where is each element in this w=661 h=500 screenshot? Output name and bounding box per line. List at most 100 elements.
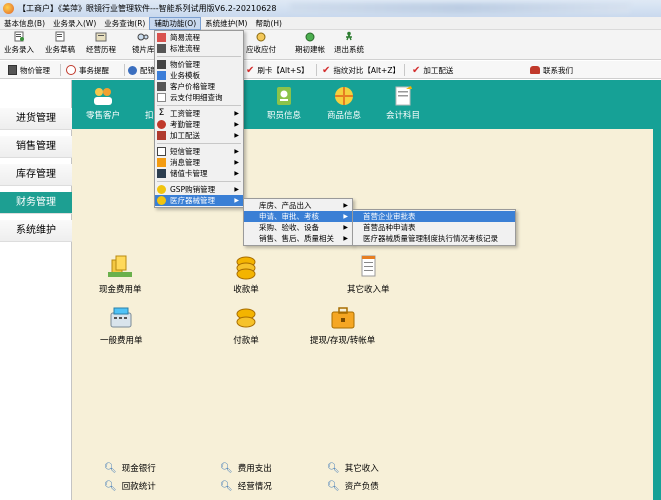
lens-stock-button[interactable]: 镜片库 [132,31,155,55]
draft-icon [55,31,65,42]
menu-item-simple-flow[interactable]: 简易流程 [155,32,243,43]
message-icon [157,158,166,167]
subsub-item-first-variety[interactable]: 首营品种申请表 [353,222,515,233]
contact-us-button[interactable]: 联系我们 [530,61,573,79]
menu-item-attendance[interactable]: 考勤管理 ▶ [155,119,243,130]
business-entry-label: 业务录入 [4,45,34,54]
collection-stats-link[interactable]: 🔍︎ 回款统计 [104,480,156,493]
sidebar-item-sales[interactable]: 销售管理 [0,136,72,158]
transfer-item[interactable]: 提现/存现/转帐单 [310,305,375,346]
other-income-label: 其它收入单 [347,285,390,295]
sidebar-item-inventory[interactable]: 库存管理 [0,164,72,186]
reminder-button[interactable]: 事务提醒 [66,61,109,79]
quick-bar: 物价管理 事务提醒 配镜 ✔ 刷卡【Alt+S】 ✔ 指纹对比【Alt+Z】 ✔… [0,61,661,79]
payment-item[interactable]: 付款单 [232,305,260,346]
menu-item-processing[interactable]: 加工配送 ▶ [155,130,243,141]
exit-icon [346,31,352,41]
opening-account-button[interactable]: 期初建帐 [295,31,325,55]
sidebar-item-purchase[interactable]: 进货管理 [0,108,72,130]
menu-item-message[interactable]: 消息管理 ▶ [155,157,243,168]
sms-icon [157,147,166,156]
glasses-fitting-label: 配镜 [140,65,155,75]
fingerprint-button[interactable]: ✔ 指纹对比【Alt+Z】 [322,61,400,79]
attendance-icon [157,120,166,129]
blurred-region [290,3,630,13]
coins-icon [236,308,256,328]
people-icon [94,88,112,105]
subsub-item-first-enterprise[interactable]: 首营企业审批表 [353,211,515,222]
contact-us-label: 联系我们 [543,65,573,75]
tile-accounting-subject[interactable]: 会计科目 [386,85,420,121]
sidebar-item-finance[interactable]: 财务管理 [0,192,72,214]
product-icon [335,87,353,105]
menu-business-query[interactable]: 业务查询(R) [100,17,149,30]
menu-system-maintenance[interactable]: 系统维护(M) [201,17,251,30]
menu-basic-info[interactable]: 基本信息(B) [0,17,49,30]
cash-bank-link[interactable]: 🔍︎ 现金银行 [104,462,156,475]
menu-item-medical-device[interactable]: 医疗器械管理 ▶ [155,195,243,206]
flow-icon [157,44,166,53]
menu-item-salary[interactable]: Σ 工资管理 ▶ [155,108,243,119]
business-entry-button[interactable]: 业务录入 [4,31,34,55]
swipe-card-label: 刷卡【Alt+S】 [257,65,309,75]
other-income-link[interactable]: 🔍︎ 其它收入 [327,462,379,475]
other-income-item[interactable]: 其它收入单 [347,254,390,295]
expense-label: 费用支出 [237,464,272,474]
tile-staff-info-label: 职员信息 [267,111,302,121]
tile-partial[interactable]: 扣 [145,109,154,121]
cash-expense-item[interactable]: 现金费用单 [99,254,142,295]
submenu-item-purchase[interactable]: 采购、验收、设备 ▶ [244,222,352,233]
submenu-arrow-icon: ▶ [234,110,239,117]
cash-register-icon [110,307,132,328]
subsub-item-quality-record[interactable]: 医疗器械质量管理制度执行情况考核记录 [353,233,515,244]
check-icon: ✔ [412,64,421,76]
lens-icon [137,33,149,41]
menu-help[interactable]: 帮助(H) [251,17,286,30]
reminder-label: 事务提醒 [79,65,109,75]
price-management-button[interactable]: 物价管理 [8,61,50,79]
menu-item-gsp[interactable]: GSP购销管理 ▶ [155,184,243,195]
menu-bar: 基本信息(B) 业务录入(W) 业务查询(R) 辅助功能(O) 系统维护(M) … [0,16,661,30]
separator [316,64,317,76]
submenu-item-warehouse[interactable]: 库房、产品出入 ▶ [244,200,352,211]
tile-retail-customer-label: 零售客户 [86,111,121,121]
sidebar: 进货管理 销售管理 库存管理 财务管理 系统维护 [0,80,72,500]
money-icon [256,32,266,42]
expense-link[interactable]: 🔍︎ 费用支出 [220,462,272,475]
menu-item-stored-card[interactable]: 储值卡管理 ▶ [155,168,243,179]
receivable-payable-button[interactable]: 应收应付 [246,31,276,55]
submenu-item-application[interactable]: 申请、审批、考核 ▶ [244,211,352,222]
submenu-arrow-icon: ▶ [234,148,239,155]
glasses-fitting-button[interactable]: 配镜 [128,61,155,79]
operation-link[interactable]: 🔍︎ 经营情况 [220,480,272,493]
menu-item-price-management[interactable]: 物价管理 [155,59,243,70]
menu-aux-functions[interactable]: 辅助功能(O) [149,16,202,30]
menu-item-label: 云支付明细查询 [170,93,223,102]
medical-device-submenu: 库房、产品出入 ▶ 申请、审批、考核 ▶ 采购、验收、设备 ▶ 销售、售后、质量相关 ▶ [243,198,353,246]
business-draft-button[interactable]: 业务草稿 [45,31,75,55]
business-history-button[interactable]: 经营历程 [86,31,116,55]
subsub-item-label: 首营企业审批表 [363,212,416,221]
general-expense-item[interactable]: 一般费用单 [100,305,143,346]
exit-system-button[interactable]: 退出系统 [334,31,364,55]
menu-item-standard-flow[interactable]: 标准流程 [155,43,243,54]
menu-item-business-template[interactable]: 业务模板 [155,70,243,81]
menu-business-entry[interactable]: 业务录入(W) [49,17,100,30]
menu-item-customer-price[interactable]: 客户价格管理 [155,81,243,92]
menu-item-sms[interactable]: 短信管理 ▶ [155,146,243,157]
submenu-item-sales[interactable]: 销售、售后、质量相关 ▶ [244,233,352,244]
menu-item-cloud-pay[interactable]: 云支付明细查询 [155,92,243,103]
report-icon: 🔍︎ [327,480,340,492]
receipt-item[interactable]: 收款单 [232,254,260,295]
tile-staff-info[interactable]: 职员信息 [267,85,301,121]
tile-retail-customer[interactable]: 零售客户 [86,85,120,121]
check-icon: ✔ [246,64,255,76]
card-icon [157,169,166,178]
swipe-card-button[interactable]: ✔ 刷卡【Alt+S】 [246,61,309,79]
processing-delivery-button[interactable]: ✔ 加工配送 [412,61,453,79]
report-icon: 🔍︎ [220,480,233,492]
balance-sheet-link[interactable]: 🔍︎ 资产负债 [327,480,379,493]
coins-icon [236,256,256,280]
sidebar-item-system[interactable]: 系统维护 [0,220,72,242]
tile-product-info[interactable]: 商品信息 [327,85,361,121]
